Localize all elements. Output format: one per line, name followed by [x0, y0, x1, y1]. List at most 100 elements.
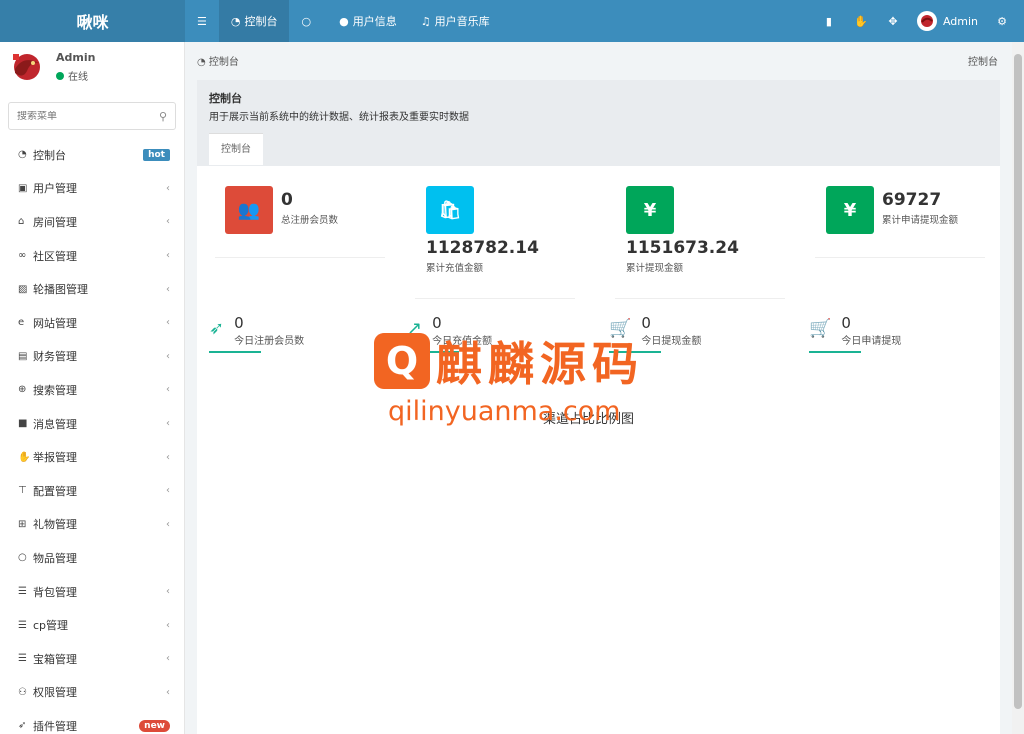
today-value: 0 — [641, 314, 651, 332]
hot-badge: hot — [143, 148, 170, 161]
sidebar-item-label: 礼物管理 — [33, 518, 77, 532]
sidebar-item-finance[interactable]: ▤ 财务管理 ‹ — [0, 340, 184, 374]
sidebar-item-users[interactable]: ▣ 用户管理 ‹ — [0, 172, 184, 206]
rocket-icon: ➶ — [209, 318, 225, 339]
sidebar-item-plugins[interactable]: ➶ 插件管理 new — [0, 709, 184, 734]
user-icon: ● — [339, 14, 349, 28]
brand-logo[interactable]: 啾咪 — [0, 0, 185, 42]
tab-user-music[interactable]: ♫ 用户音乐库 — [409, 0, 502, 42]
accent-underline — [609, 351, 661, 353]
sidebar-item-label: 搜索管理 — [33, 383, 77, 397]
sidebar-item-label: 财务管理 — [33, 350, 77, 364]
settings-button[interactable]: ⚙ — [986, 0, 1018, 42]
tab-dashboard-panel[interactable]: 控制台 — [209, 133, 263, 165]
sidebar-item-messages[interactable]: ■ 消息管理 ‹ — [0, 407, 184, 441]
ie-icon: e — [18, 317, 25, 329]
breadcrumb-right[interactable]: 控制台 — [968, 53, 998, 68]
top-right-tools: ▮ ✋ ✥ Admin ⚙ — [813, 0, 1024, 42]
clear-cache-button[interactable]: ▮ — [813, 0, 845, 42]
sidebar-item-label: 举报管理 — [33, 451, 77, 465]
divider — [215, 257, 385, 258]
sidebar-item-chests[interactable]: ☰ 宝箱管理 ‹ — [0, 642, 184, 676]
breadcrumb-left-label: 控制台 — [208, 56, 239, 68]
avatar — [916, 11, 937, 31]
sidebar-item-reports[interactable]: ✋ 举报管理 ‹ — [0, 440, 184, 474]
stat-label: 累计申请提现金额 — [882, 215, 959, 226]
chevron-left-icon: ‹ — [166, 182, 170, 194]
sidebar-item-backpack[interactable]: ☰ 背包管理 ‹ — [0, 575, 184, 609]
page-description: 用于展示当前系统中的统计数据、统计报表及重要实时数据 — [209, 112, 469, 123]
users-icon: 👥 — [225, 186, 273, 234]
today-registrations: ➶ 0 今日注册会员数 — [209, 314, 305, 353]
stat-label: 累计充值金额 — [426, 263, 484, 274]
fullscreen-button[interactable]: ✥ — [877, 0, 909, 42]
sidebar-toggle-button[interactable]: ☰ — [185, 0, 219, 42]
message-icon: ■ — [18, 418, 28, 430]
stat-total-withdraw-request: ¥ 69727 累计申请提现金额 — [826, 186, 958, 234]
chevron-left-icon: ‹ — [166, 384, 170, 396]
sidebar-item-permissions[interactable]: ⚇ 权限管理 ‹ — [0, 676, 184, 710]
search-icon[interactable]: ⚲ — [159, 110, 167, 123]
tab-dashboard[interactable]: ◔ 控制台 — [218, 0, 290, 42]
sidebar-item-gifts[interactable]: ⊞ 礼物管理 ‹ — [0, 508, 184, 542]
tab-user-info[interactable]: ● 用户信息 — [327, 0, 409, 42]
dashboard-icon: ◔ — [197, 56, 209, 68]
rocket-icon: ➶ — [18, 720, 27, 732]
user-status-label: 在线 — [68, 72, 88, 83]
divider — [815, 257, 985, 258]
sidebar-item-search[interactable]: ⊕ 搜索管理 ‹ — [0, 373, 184, 407]
dashboard-icon: ◔ — [18, 149, 27, 161]
yen-icon: ¥ — [626, 186, 674, 234]
breadcrumb-left[interactable]: ◔ 控制台 — [197, 53, 239, 68]
sidebar-item-label: 网站管理 — [33, 316, 77, 330]
circle-icon: ○ — [18, 552, 27, 564]
yen-icon: ¥ — [826, 186, 874, 234]
menu-search: ⚲ — [8, 102, 176, 130]
today-label: 今日注册会员数 — [234, 336, 305, 347]
today-label: 今日充值金额 — [432, 336, 493, 347]
user-square-icon: ▣ — [18, 182, 28, 194]
hamburger-icon: ☰ — [197, 14, 207, 28]
sidebar-item-dashboard[interactable]: ◔ 控制台 hot — [0, 138, 184, 172]
chevron-left-icon: ‹ — [166, 283, 170, 295]
divider — [415, 298, 575, 299]
cogs-icon: ⚙ — [997, 14, 1007, 28]
divider — [615, 298, 785, 299]
chevron-left-icon: ‹ — [166, 418, 170, 430]
accent-underline — [809, 351, 861, 353]
sidebar-item-label: 背包管理 — [33, 585, 77, 599]
dashboard-icon: ◔ — [230, 14, 241, 28]
sidebar-item-community[interactable]: ∞ 社区管理 ‹ — [0, 239, 184, 273]
list-icon: ☰ — [18, 653, 27, 665]
sidebar-user-name: Admin — [56, 51, 96, 64]
avatar — [8, 48, 46, 86]
sidebar-item-label: 用户管理 — [33, 182, 77, 196]
today-value: 0 — [841, 314, 851, 332]
main-content: ◔ 控制台 控制台 控制台 用于展示当前系统中的统计数据、统计报表及重要实时数据… — [185, 42, 1012, 734]
scrollbar-thumb[interactable] — [1014, 54, 1022, 709]
sidebar-item-label: 物品管理 — [33, 551, 77, 565]
language-button[interactable]: ✋ — [845, 0, 877, 42]
menu-search-input[interactable] — [17, 110, 159, 122]
sidebar-item-website[interactable]: e 网站管理 ‹ — [0, 306, 184, 340]
tab-circle[interactable]: ○ — [289, 0, 327, 42]
language-icon: ✋ — [854, 14, 868, 28]
user-menu[interactable]: Admin — [909, 11, 986, 31]
sidebar-item-rooms[interactable]: ⌂ 房间管理 ‹ — [0, 205, 184, 239]
page-scrollbar[interactable] — [1012, 42, 1024, 734]
sidebar-item-banners[interactable]: ▨ 轮播图管理 ‹ — [0, 272, 184, 306]
sidebar-item-label: 社区管理 — [33, 249, 77, 263]
sidebar-item-items[interactable]: ○ 物品管理 — [0, 541, 184, 575]
tab-user-info-label: 用户信息 — [352, 15, 397, 28]
search-plus-icon: ⊕ — [18, 384, 27, 396]
online-status-dot — [56, 71, 64, 80]
line-chart-icon: ↗ — [407, 318, 423, 339]
music-icon: ♫ — [420, 14, 431, 28]
chevron-left-icon: ‹ — [166, 653, 170, 665]
sidebar-item-cp[interactable]: ☰ cp管理 ‹ — [0, 608, 184, 642]
today-label: 今日申请提现 — [841, 336, 902, 347]
sidebar-item-config[interactable]: ⊤ 配置管理 ‹ — [0, 474, 184, 508]
chevron-left-icon: ‹ — [166, 586, 170, 598]
tab-dashboard-label: 控制台 — [244, 15, 278, 28]
sidebar-item-label: 插件管理 — [33, 719, 77, 733]
